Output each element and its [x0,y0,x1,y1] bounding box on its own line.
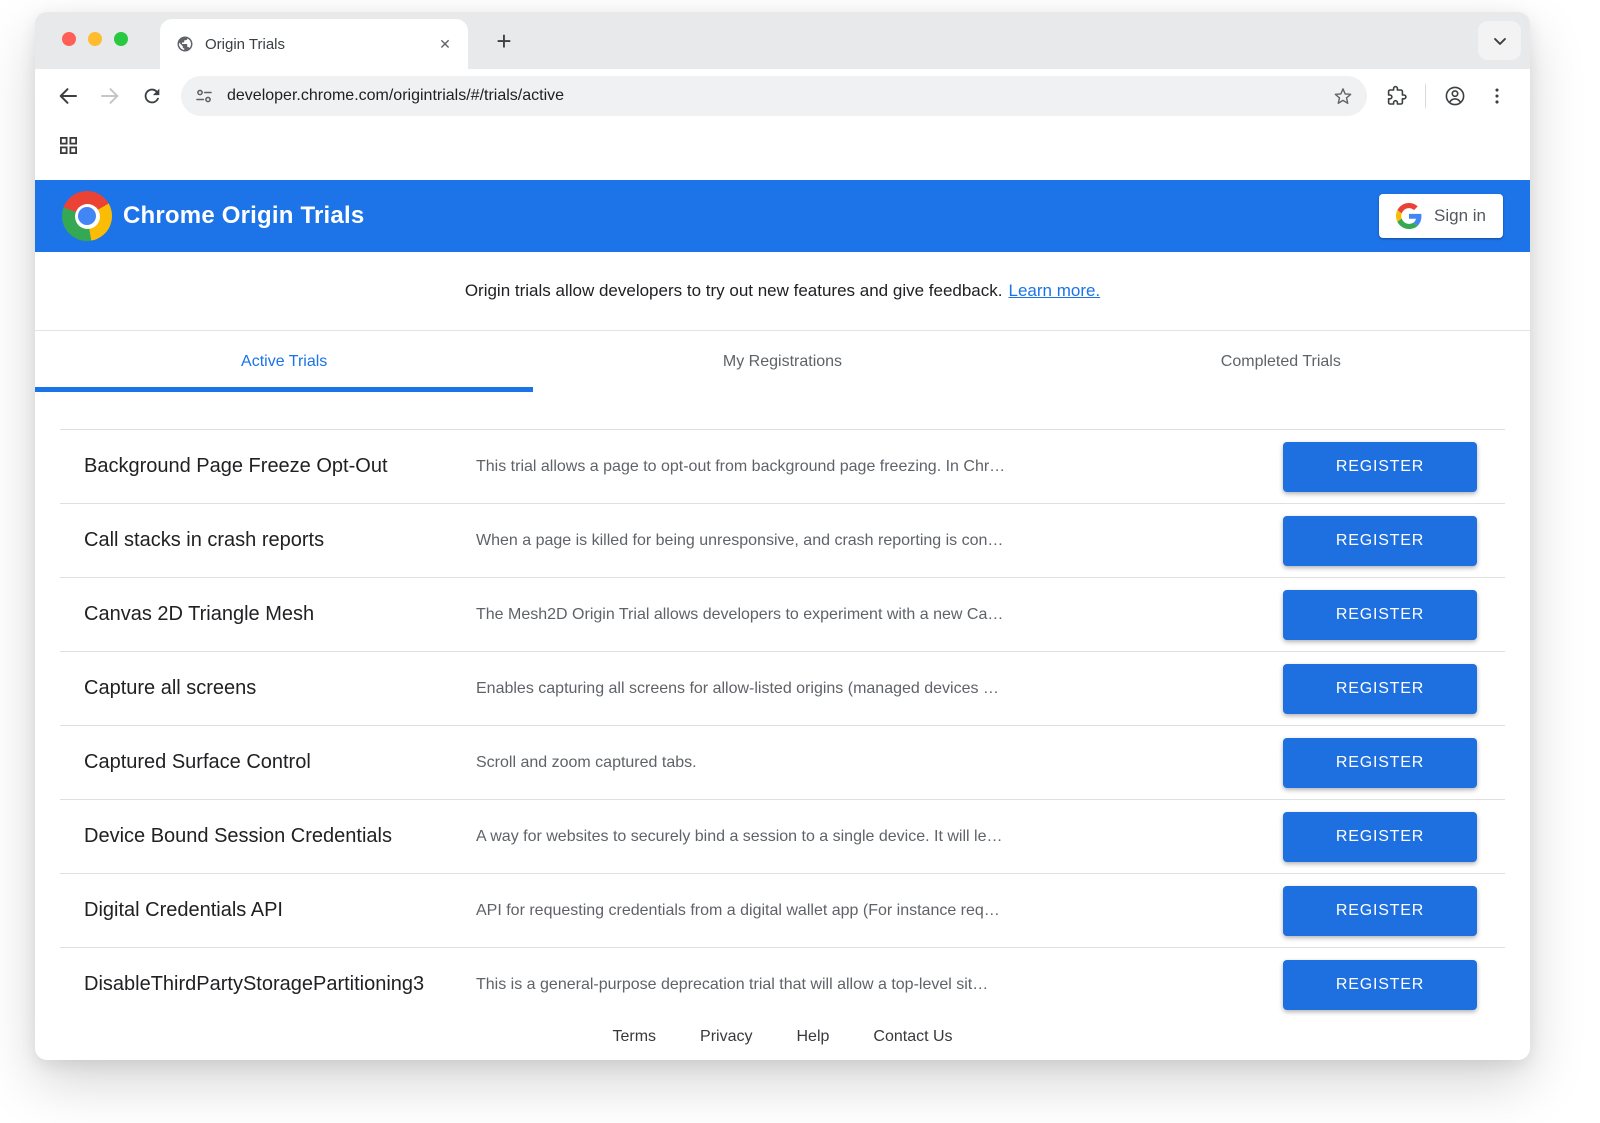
intro-row: Origin trials allow developers to try ou… [35,252,1530,330]
bookmark-star-button[interactable] [1327,80,1359,112]
trial-description: This trial allows a page to opt-out from… [476,458,1269,476]
site-footer: Terms Privacy Help Contact Us [35,1021,1530,1046]
maximize-window-button[interactable] [114,32,128,46]
extensions-button[interactable] [1375,75,1417,117]
intro-text: Origin trials allow developers to try ou… [465,281,1003,301]
trial-name: DisableThirdPartyStoragePartitioning3 [84,973,476,996]
site-tab-label: Completed Trials [1221,353,1341,371]
back-button[interactable] [47,75,89,117]
trial-description: The Mesh2D Origin Trial allows developer… [476,606,1269,624]
trial-row: Device Bound Session Credentials A way f… [60,799,1505,873]
forward-button[interactable] [89,75,131,117]
trial-description: Scroll and zoom captured tabs. [476,754,1269,772]
puzzle-icon [1384,84,1408,108]
site-tab[interactable]: Completed Trials [1032,331,1530,392]
kebab-menu-icon [1486,85,1508,107]
trial-row: Canvas 2D Triangle Mesh The Mesh2D Origi… [60,577,1505,651]
url-text: developer.chrome.com/origintrials/#/tria… [227,87,1327,105]
sign-in-label: Sign in [1434,206,1486,226]
tab-strip: Origin Trials ✕ + [35,12,1530,69]
trial-description: This is a general-purpose deprecation tr… [476,976,1269,994]
address-bar[interactable]: developer.chrome.com/origintrials/#/tria… [181,76,1367,116]
trial-description: When a page is killed for being unrespon… [476,532,1269,550]
toolbar-divider [1425,84,1426,108]
browser-window: Origin Trials ✕ + [35,12,1530,1060]
footer-link[interactable]: Help [796,1028,829,1046]
page-title: Chrome Origin Trials [123,202,364,230]
bookmarks-bar [35,123,1530,168]
google-g-icon [1396,203,1422,229]
trial-name: Digital Credentials API [84,899,476,922]
chevron-down-icon [1490,31,1510,51]
trial-name: Captured Surface Control [84,751,476,774]
trial-name: Background Page Freeze Opt-Out [84,455,476,478]
learn-more-link[interactable]: Learn more. [1009,281,1101,301]
register-button[interactable]: REGISTER [1283,960,1477,1010]
site-settings-icon[interactable] [194,86,214,106]
globe-icon [176,35,194,53]
apps-grid-icon [59,136,78,155]
browser-tab[interactable]: Origin Trials ✕ [160,19,468,69]
new-tab-button[interactable]: + [487,24,521,58]
register-button[interactable]: REGISTER [1283,590,1477,640]
traffic-lights [62,32,128,46]
trial-description: API for requesting credentials from a di… [476,902,1269,920]
sign-in-button[interactable]: Sign in [1379,194,1503,238]
browser-toolbar: developer.chrome.com/origintrials/#/tria… [35,69,1530,123]
site-tab[interactable]: Active Trials [35,331,533,392]
trial-name: Device Bound Session Credentials [84,825,476,848]
register-button[interactable]: REGISTER [1283,664,1477,714]
trial-row: Capture all screens Enables capturing al… [60,651,1505,725]
profile-button[interactable] [1434,75,1476,117]
minimize-window-button[interactable] [88,32,102,46]
close-tab-icon[interactable]: ✕ [434,33,456,55]
chrome-logo-icon [62,191,112,241]
reload-button[interactable] [131,75,173,117]
register-button[interactable]: REGISTER [1283,516,1477,566]
footer-link[interactable]: Contact Us [873,1028,952,1046]
trial-row: Call stacks in crash reports When a page… [60,503,1505,577]
back-arrow-icon [56,84,80,108]
register-button[interactable]: REGISTER [1283,738,1477,788]
trials-list: Background Page Freeze Opt-Out This tria… [35,429,1530,1021]
apps-shortcut-button[interactable] [54,132,82,160]
site-tab-bar: Active Trials My Registrations Completed… [35,330,1530,392]
register-button[interactable]: REGISTER [1283,442,1477,492]
register-button[interactable]: REGISTER [1283,886,1477,936]
close-window-button[interactable] [62,32,76,46]
trial-row: Digital Credentials API API for requesti… [60,873,1505,947]
footer-link[interactable]: Terms [612,1028,656,1046]
trial-description: Enables capturing all screens for allow-… [476,680,1269,698]
footer-link[interactable]: Privacy [700,1028,752,1046]
trial-name: Call stacks in crash reports [84,529,476,552]
trial-row: Captured Surface Control Scroll and zoom… [60,725,1505,799]
trial-name: Capture all screens [84,677,476,700]
forward-arrow-icon [98,84,122,108]
tab-title: Origin Trials [205,36,434,53]
browser-menu-button[interactable] [1476,75,1518,117]
tab-search-button[interactable] [1478,21,1521,60]
trial-row: Background Page Freeze Opt-Out This tria… [60,429,1505,503]
reload-icon [141,85,163,107]
page-top-gap [35,168,1530,180]
site-header: Chrome Origin Trials Sign in [35,180,1530,252]
register-button[interactable]: REGISTER [1283,812,1477,862]
site-tab-label: Active Trials [241,353,327,371]
site-tab[interactable]: My Registrations [533,331,1031,392]
site-tab-label: My Registrations [723,353,842,371]
profile-icon [1443,84,1467,108]
trial-description: A way for websites to securely bind a se… [476,828,1269,846]
trial-name: Canvas 2D Triangle Mesh [84,603,476,626]
trial-row: DisableThirdPartyStoragePartitioning3 Th… [60,947,1505,1021]
